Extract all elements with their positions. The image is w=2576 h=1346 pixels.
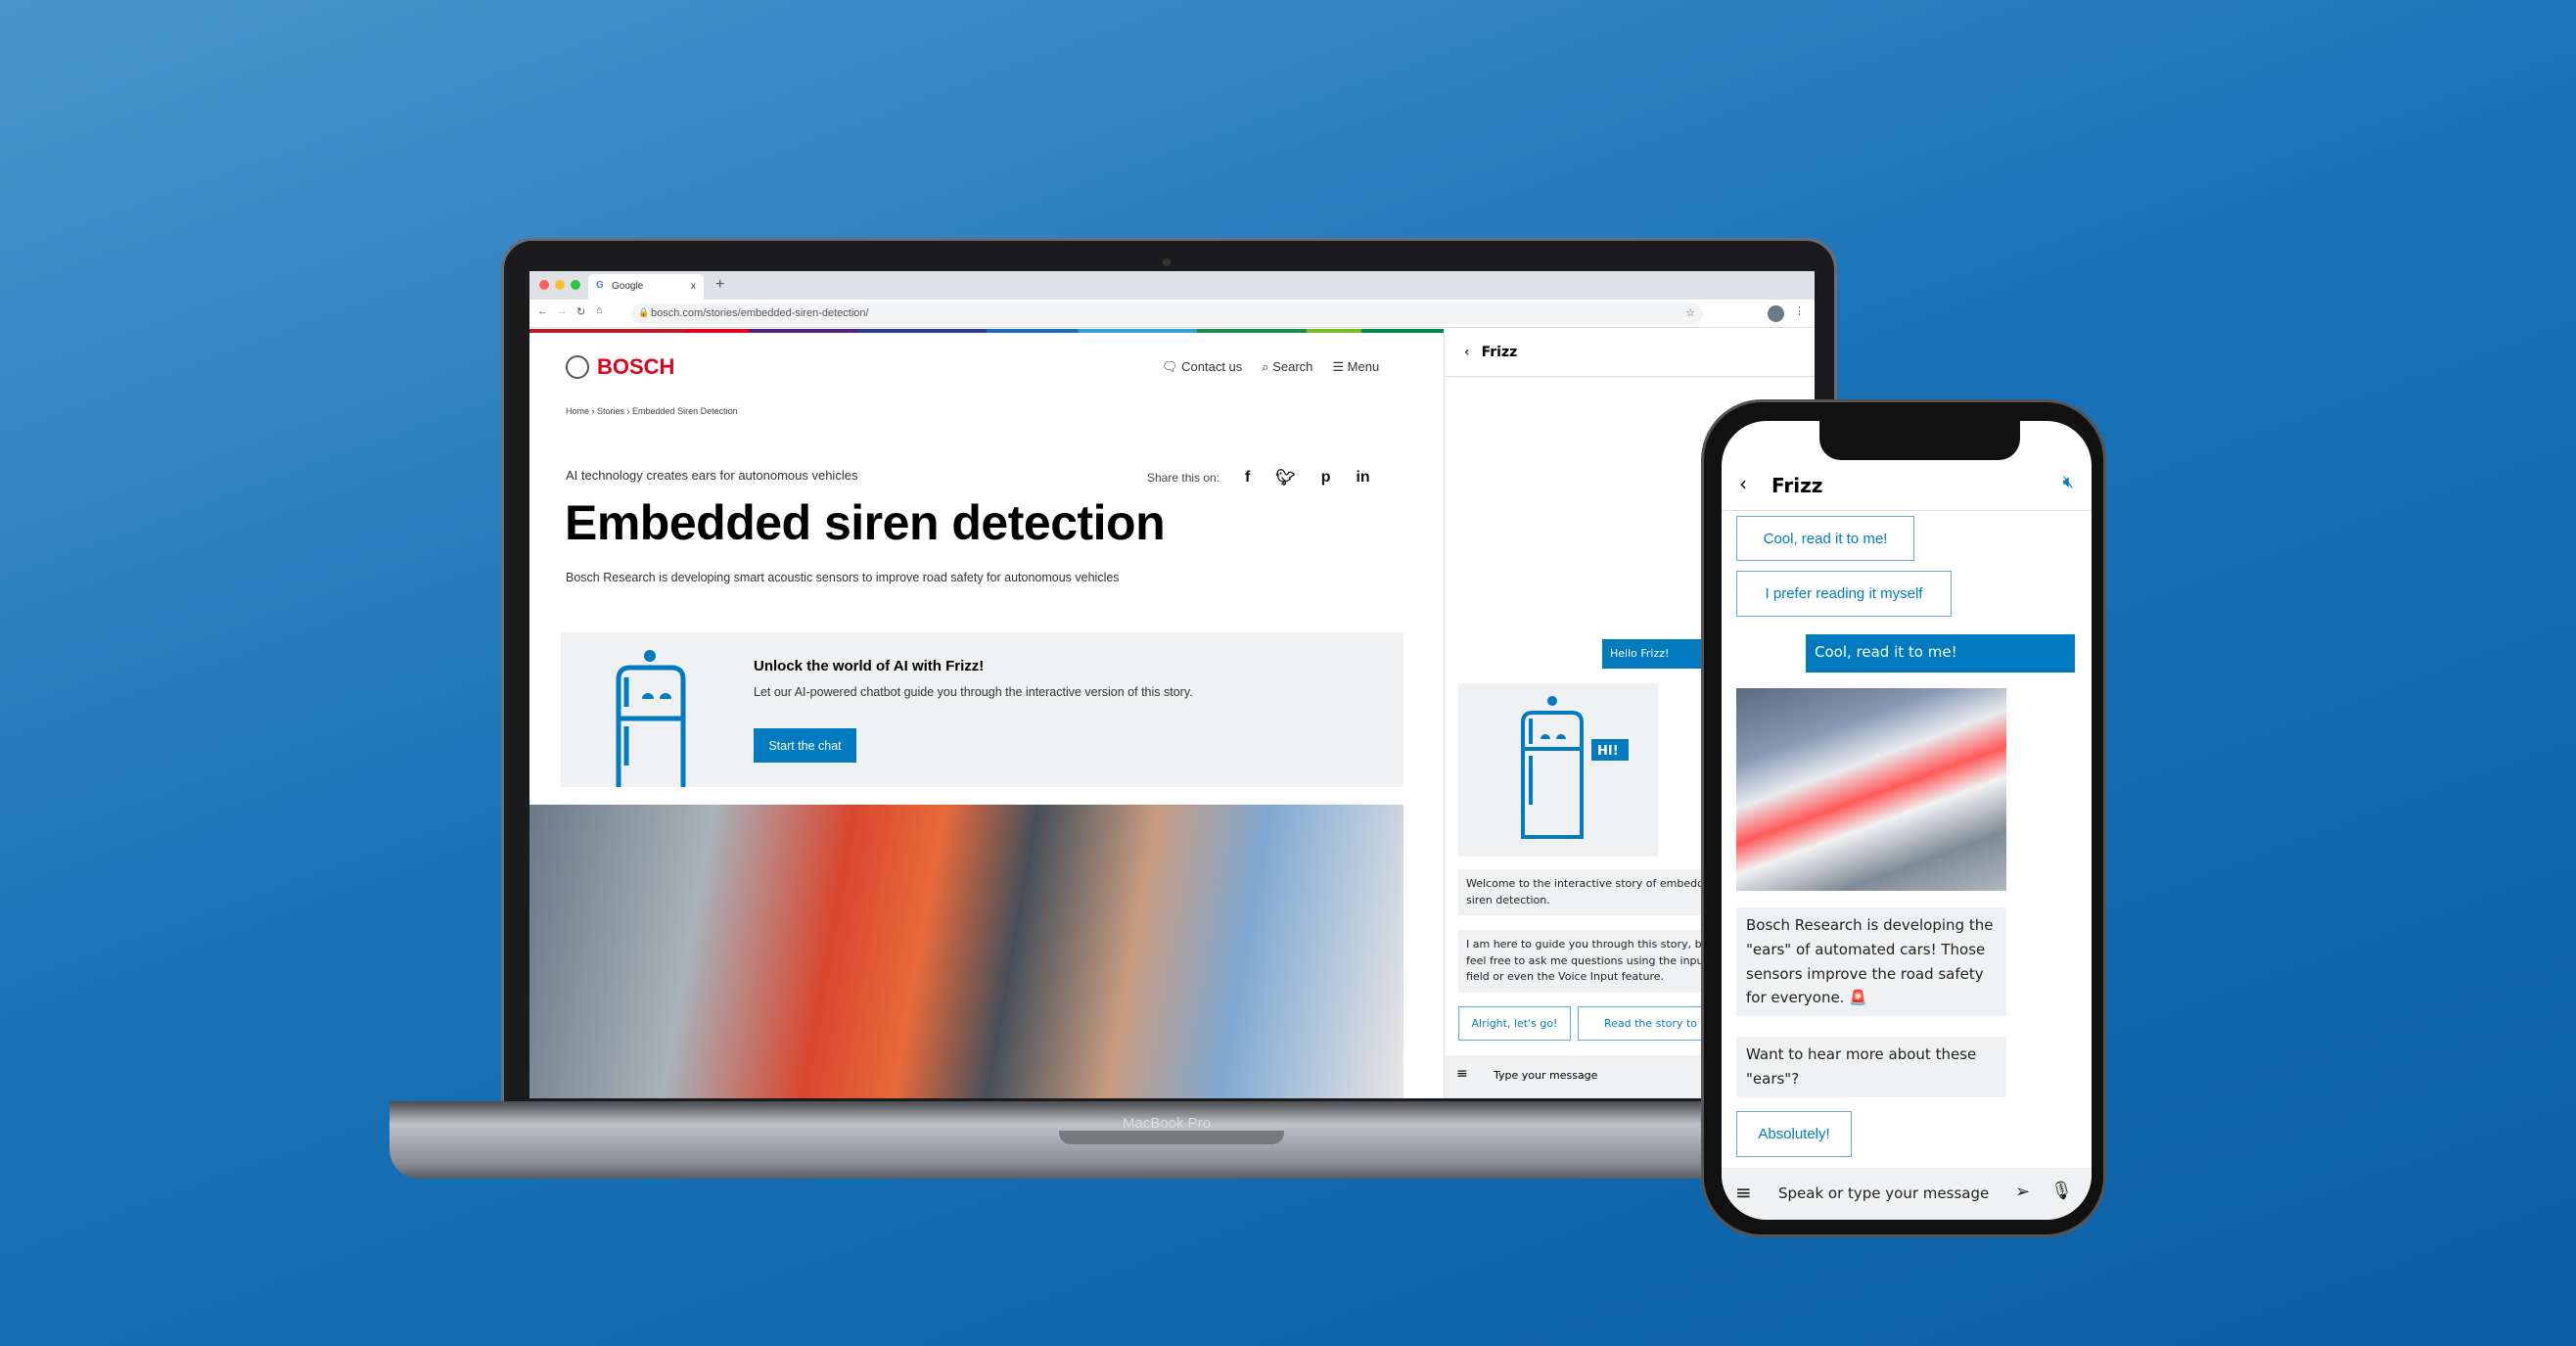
browser-tab[interactable]: G Google x [588,274,704,300]
phone-chat-header: ‹ Frizz 🔇︎ [1722,456,2092,511]
menu-icon[interactable]: ≡ [1735,1181,1752,1204]
frizz-promo-card: Unlock the world of AI with Frizz! Let o… [561,632,1403,787]
ambulance-image [1736,688,2006,891]
more-menu-icon[interactable]: ⋮ [1794,304,1805,317]
maximize-window-button[interactable] [571,280,580,290]
tab-close-icon[interactable]: x [691,281,696,292]
breadcrumb-stories[interactable]: Stories [597,406,624,416]
back-chevron-icon[interactable]: ‹ [1464,345,1470,360]
menu-icon: ☰ [1332,359,1348,374]
chat-input-placeholder: Type your message [1494,1069,1598,1082]
reload-icon[interactable]: ↻ [576,305,585,318]
chat-title: Frizz [1481,345,1518,360]
tab-title: Google [612,281,644,292]
promo-heading: Unlock the world of AI with Frizz! [754,658,985,674]
share-label: Share this on: [1147,471,1220,485]
laptop-camera [1163,258,1171,266]
share-bar: Share this on: f 🐦︎ p in [1147,468,1370,487]
laptop-screen: G Google x + ← → ↻ ⌂ 🔒 bosch.com/stories… [529,271,1815,1098]
bot-message: Welcome to the interactive story of embe… [1458,869,1742,915]
chat-icon: 🗨 [1162,359,1182,374]
option-absolutely[interactable]: Absolutely! [1736,1111,1852,1157]
phone-chat-input[interactable]: ≡ Speak or type your message ➢ 🎙︎ [1722,1168,2092,1220]
site-nav: 🗨 Contact us ⌕ Search ☰ Menu [1162,359,1379,375]
option-read-myself[interactable]: I prefer reading it myself [1736,571,1952,617]
user-message: Hello Frizz! [1602,639,1710,669]
lock-icon: 🔒 [638,307,650,317]
back-chevron-icon[interactable]: ‹ [1739,472,1747,495]
siren-emoji-icon: 🚨 [1844,989,1867,1007]
robot-card: HI! [1458,683,1658,857]
promo-text: Let our AI-powered chatbot guide you thr… [754,685,1193,699]
linkedin-icon[interactable]: in [1356,469,1369,487]
article-description: Bosch Research is developing smart acous… [566,571,1120,584]
bot-message: I am here to guide you through this stor… [1458,930,1742,993]
frizz-robot-icon [616,650,686,787]
nav-menu[interactable]: ☰ Menu [1332,359,1379,375]
browser-toolbar: ← → ↻ ⌂ 🔒 bosch.com/stories/embedded-sir… [529,300,1815,328]
phone-screen: ‹ Frizz 🔇︎ Cool, read it to me! I prefer… [1722,421,2092,1220]
speaker-muted-icon[interactable]: 🔇︎ [2063,472,2074,492]
laptop-hinge-notch [1059,1131,1284,1144]
option-lets-go[interactable]: Alright, let's go! [1458,1006,1571,1041]
google-icon: G [596,280,604,291]
page-title: Embedded siren detection [565,495,1166,550]
microphone-icon[interactable]: 🎙︎ [2050,1181,2073,1201]
bot-message: Want to hear more about these "ears"? [1736,1037,2006,1097]
bosch-logo[interactable]: BOSCH [566,354,674,380]
url-text: bosch.com/stories/embedded-siren-detecti… [651,307,869,319]
logo-text: BOSCH [597,354,675,379]
option-read-to-me[interactable]: Cool, read it to me! [1736,516,1914,561]
browser-tab-bar: G Google x + [529,271,1815,300]
home-icon[interactable]: ⌂ [596,304,603,316]
user-message: Cool, read it to me! [1806,634,2075,673]
breadcrumb-home[interactable]: Home [566,406,589,416]
menu-icon[interactable]: ≡ [1456,1066,1468,1082]
laptop-model-label: MacBook Pro [1122,1115,1212,1132]
minimize-window-button[interactable] [555,280,565,290]
input-placeholder: Speak or type your message [1778,1184,1990,1202]
facebook-icon[interactable]: f [1245,469,1250,487]
pinterest-icon[interactable]: p [1321,469,1331,487]
robot-hi-label: HI! [1597,744,1619,759]
bot-message: Bosch Research is developing the "ears" … [1736,907,2006,1016]
article-kicker: AI technology creates ears for autonomou… [566,468,858,483]
send-icon[interactable]: ➢ [2015,1182,2030,1202]
phone-notch [1819,421,2020,460]
chat-title: Frizz [1771,474,1823,497]
new-tab-button[interactable]: + [715,276,724,294]
forward-icon[interactable]: → [557,305,568,317]
nav-contact[interactable]: 🗨 Contact us [1162,359,1242,375]
breadcrumb: Home › Stories › Embedded Siren Detectio… [566,406,738,416]
bookmark-star-icon[interactable]: ☆ [1685,306,1695,319]
breadcrumb-current: Embedded Siren Detection [632,406,738,416]
web-page: BOSCH 🗨 Contact us ⌕ Search ☰ Menu Home … [529,333,1444,1098]
nav-search[interactable]: ⌕ Search [1262,359,1312,375]
profile-avatar[interactable] [1768,305,1784,322]
back-icon[interactable]: ← [537,305,548,317]
chat-header: ‹ Frizz [1445,333,1815,377]
address-bar[interactable]: 🔒 bosch.com/stories/embedded-siren-detec… [631,303,1703,324]
search-icon: ⌕ [1262,359,1273,374]
bosch-armature-icon [566,355,589,379]
frizz-robot-hi-icon [1521,696,1629,839]
start-chat-button[interactable]: Start the chat [754,728,856,763]
close-window-button[interactable] [539,280,549,290]
article-hero-image [529,805,1403,1098]
phone: ‹ Frizz 🔇︎ Cool, read it to me! I prefer… [1701,399,2106,1237]
twitter-icon[interactable]: 🐦︎ [1275,468,1295,487]
